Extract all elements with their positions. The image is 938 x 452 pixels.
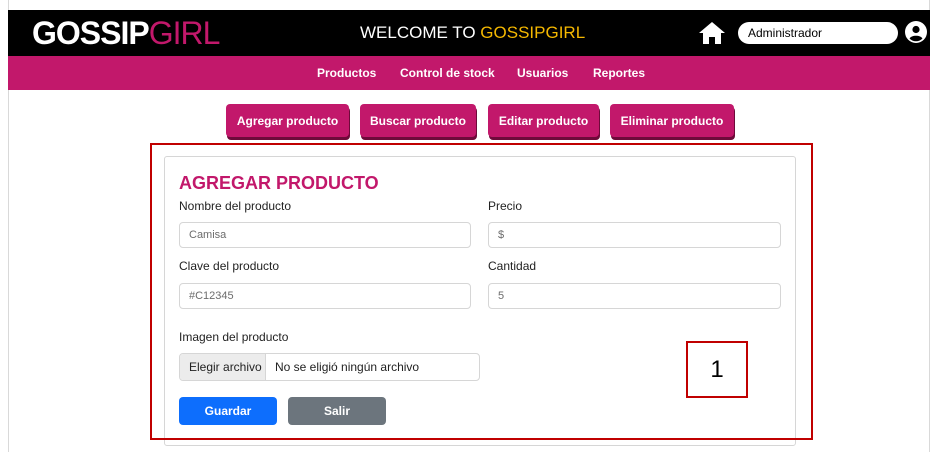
top-header: GOSSIPGIRL WELCOME TO GOSSIPGIRL Adminis… xyxy=(8,10,930,56)
delete-product-button[interactable]: Eliminar producto xyxy=(610,104,734,137)
search-product-button[interactable]: Buscar producto xyxy=(360,104,476,137)
welcome-text: WELCOME TO GOSSIPGIRL xyxy=(360,23,585,43)
welcome-prefix: WELCOME TO xyxy=(360,23,481,42)
edit-product-button[interactable]: Editar producto xyxy=(488,104,599,137)
logo-main: GOSSIP xyxy=(32,15,150,51)
nav-item-productos[interactable]: Productos xyxy=(317,66,376,80)
nav-item-usuarios[interactable]: Usuarios xyxy=(517,66,568,80)
nav-item-control-de-stock[interactable]: Control de stock xyxy=(400,66,495,80)
add-product-button[interactable]: Agregar producto xyxy=(226,104,349,137)
logo-accent: GIRL xyxy=(148,15,221,51)
welcome-brand: GOSSIPGIRL xyxy=(480,23,586,42)
user-circle-icon[interactable] xyxy=(905,21,927,43)
user-name-field[interactable]: Administrador xyxy=(738,22,898,44)
logo: GOSSIPGIRL xyxy=(32,15,221,51)
home-icon[interactable] xyxy=(698,21,726,45)
nav-item-reportes[interactable]: Reportes xyxy=(593,66,645,80)
annotation-number: 1 xyxy=(686,341,748,398)
main-nav: Productos Control de stock Usuarios Repo… xyxy=(8,56,930,90)
